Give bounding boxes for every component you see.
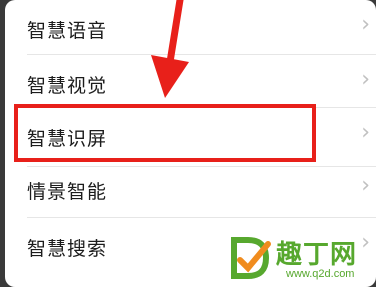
menu-item-label: 情景智能 bbox=[27, 181, 108, 203]
menu-item-label: 智慧搜索 bbox=[27, 238, 108, 260]
menu-item-label: 智慧视觉 bbox=[27, 75, 108, 97]
annotation-arrow bbox=[151, 0, 189, 98]
menu-item-scene-intelligence[interactable]: 情景智能 › bbox=[5, 167, 376, 217]
watermark: 趣丁网 www.q2d.com bbox=[226, 232, 376, 287]
watermark-url: www.q2d.com bbox=[286, 268, 355, 280]
highlight-box bbox=[14, 104, 316, 162]
chevron-right-icon: › bbox=[361, 173, 370, 198]
chevron-right-icon: › bbox=[361, 12, 370, 37]
watermark-text: 趣丁网 bbox=[276, 240, 358, 270]
chevron-right-icon: › bbox=[361, 120, 370, 145]
chevron-right-icon: › bbox=[361, 67, 370, 92]
menu-item-label: 智慧语音 bbox=[27, 20, 108, 42]
watermark-logo-icon bbox=[231, 237, 271, 279]
